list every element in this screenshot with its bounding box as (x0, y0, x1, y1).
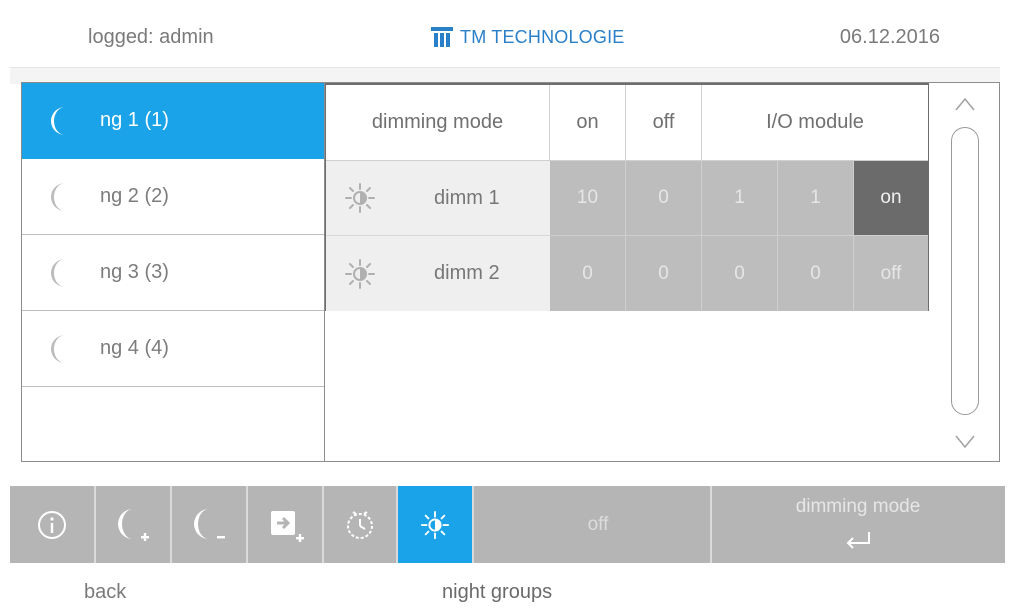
sidebar-item-label: ng 3 (3) (100, 261, 169, 283)
table-row-dimm-1[interactable]: dimm 1 (326, 161, 550, 236)
brand-logo: TM TECHNOLOGIE (430, 26, 624, 48)
sun-icon (345, 183, 375, 213)
tm-logo-icon (431, 27, 453, 47)
chevron-up-icon[interactable] (955, 97, 975, 111)
moon-icon (51, 106, 65, 135)
info-icon (38, 510, 66, 539)
cell-state[interactable]: on (854, 161, 928, 236)
scrollbar (929, 82, 1000, 462)
col-header-on: on (550, 85, 626, 161)
cell-off-value[interactable]: 0 (626, 236, 702, 311)
col-header-off: off (626, 85, 702, 161)
moon-icon (51, 182, 65, 211)
info-button[interactable] (10, 486, 96, 563)
chevron-down-icon[interactable] (955, 435, 975, 449)
col-header-dimming-mode: dimming mode (326, 85, 550, 161)
sidebar-item-label: ng 4 (4) (100, 337, 169, 359)
clock-icon (347, 510, 373, 539)
cell-io-1[interactable]: 0 (702, 236, 778, 311)
cell-io-2[interactable]: 0 (778, 236, 854, 311)
enter-icon (846, 532, 870, 549)
logged-user-label: logged: admin (88, 26, 214, 48)
back-button[interactable]: back (84, 581, 126, 604)
dimming-table-panel: dimming mode on off I/O module dimm 1 10… (325, 82, 929, 462)
timer-button[interactable] (324, 486, 398, 563)
brand-name: TM TECHNOLOGIE (460, 26, 625, 47)
dimming-mode-button[interactable]: dimming mode (712, 486, 1004, 563)
table-row-dimm-2[interactable]: dimm 2 (326, 236, 550, 311)
cell-io-2[interactable]: 1 (778, 161, 854, 236)
sidebar-item-label: ng 2 (2) (100, 185, 169, 207)
night-group-list: ng 1 (1) ng 2 (2) ng 3 (3) ng 4 (4) (21, 82, 325, 462)
add-group-button[interactable] (96, 486, 172, 563)
sidebar-item-ng-3[interactable]: ng 3 (3) (22, 235, 324, 311)
sidebar-empty-slot (22, 387, 324, 461)
dimming-table: dimming mode on off I/O module dimm 1 10… (325, 83, 929, 311)
dimming-mode-label: dimming mode (795, 496, 921, 517)
cell-io-1[interactable]: 1 (702, 161, 778, 236)
moon-icon (51, 258, 65, 287)
toolbar-state: off (486, 486, 712, 563)
sidebar-item-label: ng 1 (1) (100, 109, 169, 131)
sun-icon (345, 258, 375, 289)
enter-add-icon (271, 510, 304, 542)
remove-group-button[interactable] (172, 486, 248, 563)
row-label: dimm 2 (434, 262, 500, 284)
cell-on-value[interactable]: 10 (550, 161, 626, 236)
sidebar-item-ng-1[interactable]: ng 1 (1) (22, 83, 324, 159)
moon-icon (51, 334, 65, 363)
dimming-button[interactable] (398, 486, 474, 563)
date-label: 06.12.2016 (839, 26, 940, 48)
row-label: dimm 1 (434, 186, 500, 209)
page-title: night groups (442, 581, 553, 603)
moon-remove-icon (194, 508, 225, 539)
sidebar-item-ng-4[interactable]: ng 4 (4) (22, 311, 324, 387)
cell-on-value[interactable]: 0 (550, 236, 626, 311)
col-header-io-module: I/O module (702, 85, 928, 161)
assign-button[interactable] (248, 486, 324, 563)
scrollbar-track[interactable] (951, 127, 979, 415)
moon-add-icon (118, 508, 149, 541)
sidebar-item-ng-2[interactable]: ng 2 (2) (22, 159, 324, 235)
cell-state[interactable]: off (854, 236, 928, 311)
cell-off-value[interactable]: 0 (626, 161, 702, 236)
sun-icon (420, 510, 450, 539)
footer-bar: back night groups (10, 563, 1005, 613)
header-bar: logged: admin TM TECHNOLOGIE 06.12.2016 (10, 10, 1000, 68)
bottom-toolbar: off dimming mode (10, 486, 1005, 563)
